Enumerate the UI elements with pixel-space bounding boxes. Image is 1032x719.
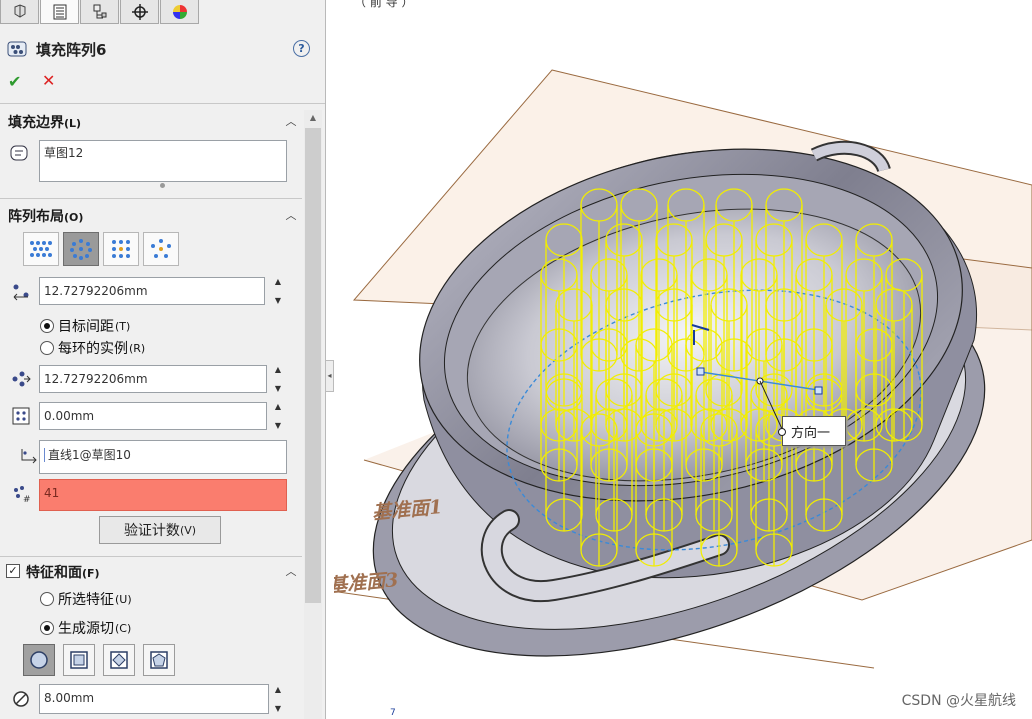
spin-up-icon[interactable]: ▲ xyxy=(275,277,281,286)
loop-spacing-icon xyxy=(10,280,32,302)
instance-spacing-spinner[interactable]: ▲ ▼ xyxy=(271,365,285,393)
radio-dot[interactable] xyxy=(40,341,54,355)
spin-up-icon[interactable]: ▲ xyxy=(275,365,281,374)
pattern-direction-icon[interactable] xyxy=(18,444,40,466)
layout-polygon-button[interactable] xyxy=(143,232,179,266)
perforation-grid-icon xyxy=(30,241,52,257)
seed-square-button[interactable] xyxy=(63,644,95,676)
spin-down-icon[interactable]: ▼ xyxy=(275,384,281,393)
verify-count-button[interactable]: 验证计数 (V) xyxy=(99,516,221,544)
loop-spacing-input[interactable]: 12.72792206mm xyxy=(39,277,265,305)
crosshair-icon xyxy=(131,3,148,20)
selected-features-radio[interactable]: 所选特征 (U) xyxy=(40,589,132,609)
property-manager-panel: 填充阵列6 ? ✔ ✕ ▲ 填充边界(L) ︿ 草图12 阵列布局(O) ︿ 1… xyxy=(0,0,326,719)
configuration-icon xyxy=(93,4,106,18)
tab-display-manager[interactable] xyxy=(160,0,199,24)
callout-anchor-icon xyxy=(778,428,786,436)
model-scene[interactable] xyxy=(334,0,1032,719)
direction-reference: 直线1@草图10 xyxy=(44,448,131,462)
instance-spacing-input[interactable]: 12.72792206mm xyxy=(39,365,267,393)
color-wheel-icon xyxy=(172,4,187,19)
help-icon[interactable]: ? xyxy=(293,40,310,57)
margin-spinner[interactable]: ▲ ▼ xyxy=(271,402,285,430)
seed-circle-button[interactable] xyxy=(23,644,55,676)
boundary-selection-box[interactable]: 草图12 xyxy=(39,140,287,182)
feature-tree-icon xyxy=(14,3,25,18)
instance-count-icon: # xyxy=(10,483,32,505)
fill-pattern-icon xyxy=(7,41,27,57)
margin-input[interactable]: 0.00mm xyxy=(39,402,267,430)
features-faces-header[interactable]: ✓ 特征和面(F) ︿ xyxy=(0,561,302,583)
collapse-icon[interactable]: ︿ xyxy=(284,565,298,579)
axis-fragment: 7 xyxy=(390,708,396,718)
feature-title: 填充阵列6 xyxy=(36,40,107,59)
panel-scrollbar-thumb[interactable] xyxy=(305,128,321,603)
polygon-shape-icon xyxy=(150,651,168,669)
features-faces-checkbox[interactable]: ✓ xyxy=(6,564,20,578)
target-spacing-radio[interactable]: 目标间距 (T) xyxy=(40,316,130,336)
collapse-icon[interactable]: ︿ xyxy=(284,209,298,223)
divider xyxy=(0,103,325,104)
seed-polygon-button[interactable] xyxy=(143,644,175,676)
boundary-selection-icon xyxy=(8,142,30,164)
spin-up-icon[interactable]: ▲ xyxy=(275,685,281,694)
property-list-icon xyxy=(53,4,66,19)
manager-tabs xyxy=(0,0,200,24)
features-faces-title: 特征和面(F) xyxy=(26,565,100,581)
radio-dot[interactable] xyxy=(40,592,54,606)
scroll-up-arrow-icon[interactable]: ▲ xyxy=(305,111,321,125)
margin-icon xyxy=(10,405,32,427)
polygon-layout-icon xyxy=(151,239,171,258)
cancel-button[interactable]: ✕ xyxy=(42,71,55,90)
radio-dot[interactable] xyxy=(40,621,54,635)
direction-callout[interactable]: 方向一 xyxy=(778,416,846,446)
direction-selection-box[interactable]: 直线1@草图10 xyxy=(39,440,287,474)
diameter-spinner[interactable]: ▲ ▼ xyxy=(271,685,285,713)
watermark: CSDN @火星航线 xyxy=(901,693,1016,709)
graphics-viewport[interactable]: （ 前 导 ） 基准面1 基准面3 方向一 CSDN @火星航线 7 xyxy=(334,0,1032,719)
diamond-shape-icon xyxy=(110,651,128,669)
fill-boundary-header[interactable]: 填充边界(L) ︿ xyxy=(0,111,302,133)
resize-grip[interactable] xyxy=(160,183,165,188)
spin-down-icon[interactable]: ▼ xyxy=(275,704,281,713)
instance-spacing-icon xyxy=(10,368,32,390)
seed-diamond-button[interactable] xyxy=(103,644,135,676)
pattern-layout-title: 阵列布局(O) xyxy=(8,209,84,225)
tab-property-manager[interactable] xyxy=(40,0,79,24)
square-shape-icon xyxy=(70,651,88,669)
diameter-icon xyxy=(10,688,32,710)
layout-square-button[interactable] xyxy=(103,232,139,266)
instances-per-loop-radio[interactable]: 每环的实例 (R) xyxy=(40,338,145,358)
tab-dimxpert-manager[interactable] xyxy=(120,0,159,24)
tab-configuration-manager[interactable] xyxy=(80,0,119,24)
pattern-layout-header[interactable]: 阵列布局(O) ︿ xyxy=(0,205,302,227)
spin-up-icon[interactable]: ▲ xyxy=(275,402,281,411)
create-seed-cut-radio[interactable]: 生成源切 (C) xyxy=(40,618,131,638)
layout-circular-button[interactable] xyxy=(63,232,99,266)
radio-dot[interactable] xyxy=(40,319,54,333)
circle-shape-icon xyxy=(30,651,48,669)
loop-spacing-spinner[interactable]: ▲ ▼ xyxy=(271,277,285,305)
feature-title-row: 填充阵列6 ? xyxy=(6,36,316,62)
layout-perforation-button[interactable] xyxy=(23,232,59,266)
divider xyxy=(0,556,302,557)
instance-count-field: 41 xyxy=(39,479,287,511)
fill-boundary-title: 填充边界(L) xyxy=(8,115,82,131)
square-layout-icon xyxy=(112,240,130,258)
circular-layout-icon xyxy=(70,239,92,260)
panel-collapse-handle[interactable]: ◂ xyxy=(325,360,334,392)
tab-feature-manager[interactable] xyxy=(0,0,39,24)
spin-down-icon[interactable]: ▼ xyxy=(275,296,281,305)
collapse-icon[interactable]: ︿ xyxy=(284,115,298,129)
diameter-input[interactable]: 8.00mm xyxy=(39,684,269,714)
divider xyxy=(0,198,302,199)
solidworks-window: 填充阵列6 ? ✔ ✕ ▲ 填充边界(L) ︿ 草图12 阵列布局(O) ︿ 1… xyxy=(0,0,1032,719)
svg-text:#: # xyxy=(23,495,31,504)
ok-button[interactable]: ✔ xyxy=(8,72,21,91)
spin-down-icon[interactable]: ▼ xyxy=(275,421,281,430)
